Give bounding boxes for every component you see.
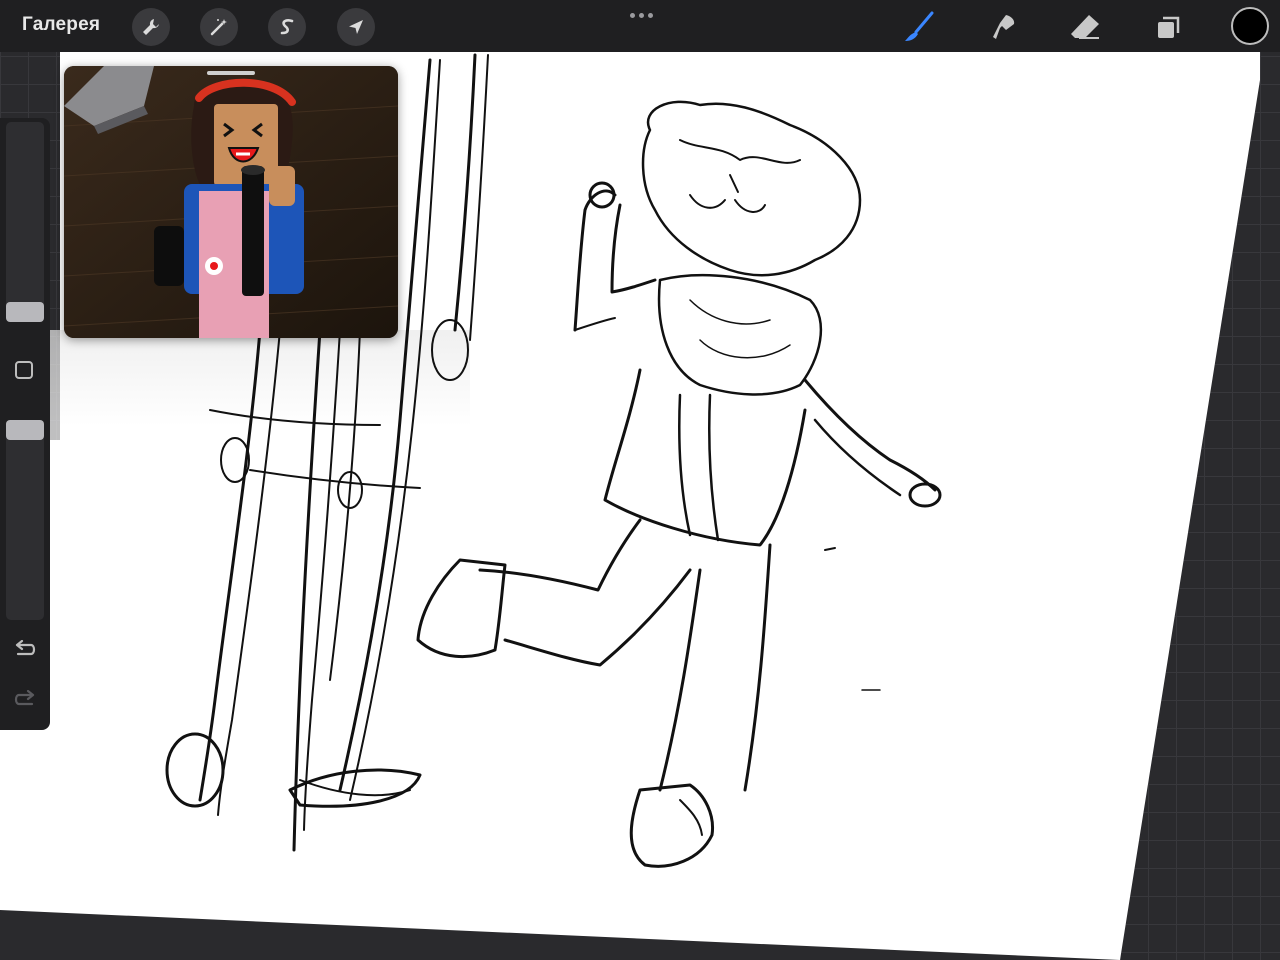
reference-image-window[interactable] [64,66,398,338]
selection-s-icon [280,19,294,35]
redo-button[interactable] [11,686,39,714]
eraser-tool[interactable] [1066,8,1104,46]
gallery-button[interactable]: Галерея [22,14,100,36]
more-options-icon[interactable] [626,8,656,22]
layers-button[interactable] [1150,8,1188,46]
wrench-icon [143,19,159,35]
reference-image [64,66,398,338]
arrow-cursor-icon [349,20,363,34]
brush-size-thumb[interactable] [6,302,44,322]
opacity-slider[interactable] [6,420,44,620]
magic-wand-icon [210,19,227,36]
opacity-thumb[interactable] [6,420,44,440]
undo-icon [15,640,36,656]
layers-icon [1158,16,1180,38]
brush-icon [905,11,934,41]
window-drag-handle[interactable] [207,71,255,75]
eraser-icon [1071,15,1099,39]
left-sidebar [0,118,50,730]
top-toolbar: Галерея [0,0,1280,52]
smudge-tool[interactable] [984,8,1022,46]
transform-button[interactable] [337,8,375,46]
redo-icon [14,690,35,706]
undo-button[interactable] [11,636,39,664]
brush-size-slider[interactable] [6,122,44,322]
adjustments-button[interactable] [200,8,238,46]
brush-tool[interactable] [900,8,938,46]
color-picker-button[interactable] [1231,7,1269,45]
actions-button[interactable] [132,8,170,46]
selection-button[interactable] [268,8,306,46]
square-icon[interactable] [15,361,33,379]
smudge-icon [993,15,1015,39]
